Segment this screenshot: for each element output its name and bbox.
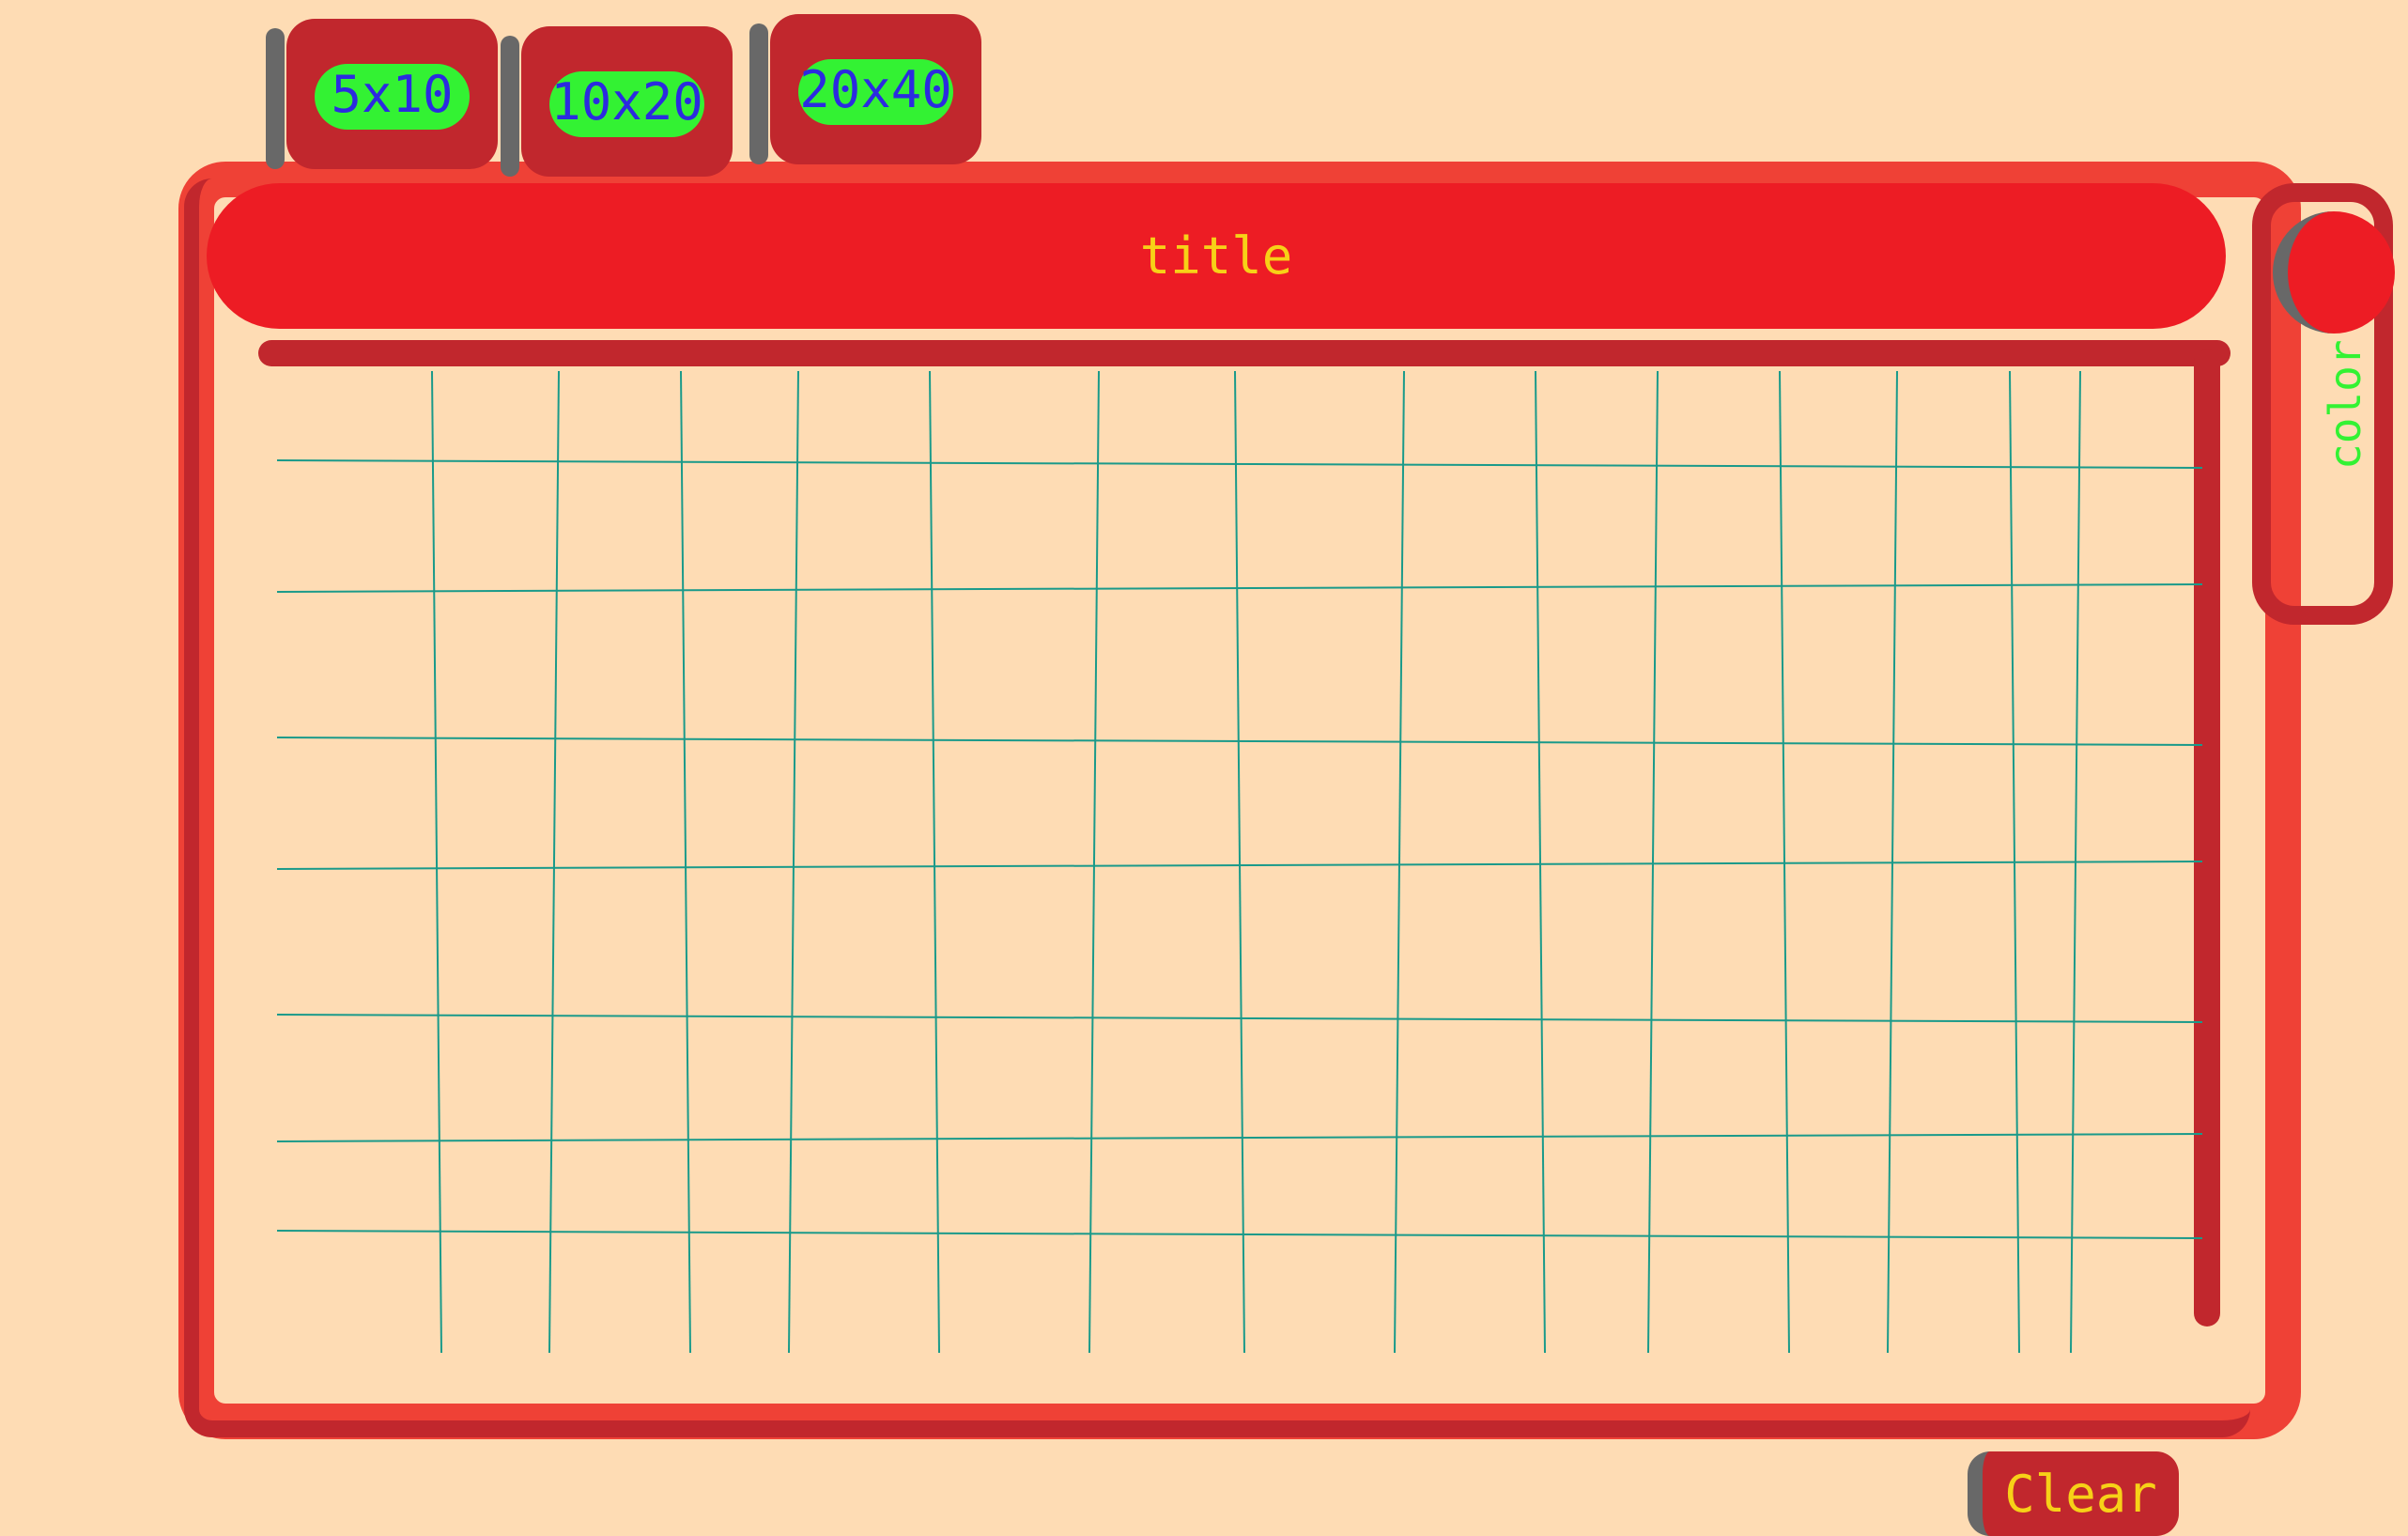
grid-row-line <box>276 1133 2203 1142</box>
grid-column-line <box>1779 370 1790 1354</box>
button-shadow <box>266 28 285 169</box>
size-button-label: 20x40 <box>799 59 952 119</box>
grid-column-line <box>788 370 799 1354</box>
color-label: color <box>2320 339 2370 470</box>
grid-row-line <box>276 1014 2203 1023</box>
clear-button-label: Clear <box>2004 1464 2157 1524</box>
size-button-5x10[interactable]: 5x10 <box>266 19 498 169</box>
size-button-label: 5x10 <box>331 64 454 124</box>
grid-row-line <box>276 583 2203 593</box>
grid-row-line <box>276 1230 2203 1239</box>
grid-column-line <box>1647 370 1659 1354</box>
grid-row-line <box>276 737 2203 746</box>
grid-column-line <box>1088 370 1100 1354</box>
color-swatch[interactable] <box>2273 211 2395 334</box>
size-button-10x20[interactable]: 10x20 <box>501 26 733 177</box>
grid-column-line <box>1234 370 1245 1354</box>
grid-column-line <box>1535 370 1546 1354</box>
button-shadow <box>501 36 519 177</box>
size-button-label: 10x20 <box>550 71 703 132</box>
grid-column-line <box>1394 370 1405 1354</box>
button-shadow <box>749 23 768 164</box>
size-button-20x40[interactable]: 20x40 <box>749 14 981 164</box>
grid-column-line <box>548 370 560 1354</box>
clear-button[interactable]: Clear <box>1968 1451 2179 1536</box>
grid-column-line <box>680 370 691 1354</box>
grid-column-line <box>929 370 940 1354</box>
grid-column-line <box>431 370 442 1354</box>
drawing-grid[interactable] <box>0 0 2408 1525</box>
grid-row-line <box>276 459 2203 469</box>
